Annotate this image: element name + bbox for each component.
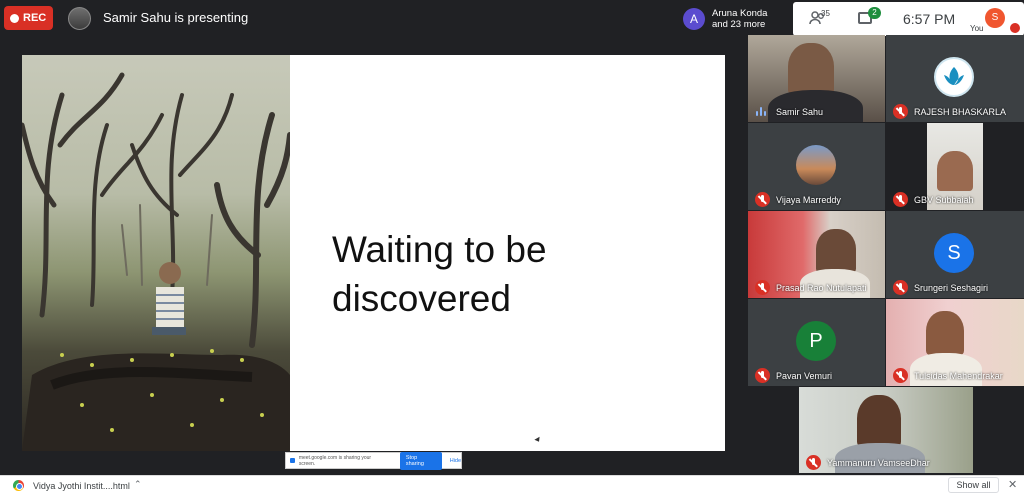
participant-name: Vijaya Marreddy <box>776 195 841 205</box>
clock-time: 6:57 PM <box>903 11 956 27</box>
participant-video <box>788 43 834 95</box>
participant-tile-gbv-subbaiah[interactable]: GBV Subbaiah <box>886 123 1024 210</box>
forest-drawing <box>22 72 290 451</box>
download-file-name[interactable]: Vidya Jyothi Instit....html <box>33 481 130 491</box>
stop-sharing-button[interactable]: Stop sharing <box>399 451 442 470</box>
initial-avatar: P <box>796 321 836 361</box>
close-icon[interactable]: ✕ <box>1008 478 1017 491</box>
show-all-button[interactable]: Show all <box>948 477 999 493</box>
chat-badge: 2 <box>868 7 881 19</box>
participant-name: Srungeri Seshagiri <box>914 283 989 293</box>
mic-off-icon <box>893 104 908 119</box>
mic-off-icon <box>755 192 770 207</box>
initial-avatar: S <box>934 233 974 273</box>
chrome-icon <box>13 480 24 491</box>
participant-tile-vijaya-marreddy[interactable]: Vijaya Marreddy <box>748 123 885 210</box>
mouse-cursor-icon <box>534 436 542 444</box>
participant-name: GBV Subbaiah <box>914 195 974 205</box>
share-screen-icon <box>290 458 295 463</box>
participant-face <box>937 151 973 191</box>
participant-name: Tulsidas Mahendrakar <box>914 371 1003 381</box>
user-avatar[interactable]: S <box>985 8 1005 28</box>
rec-label: REC <box>23 12 47 24</box>
speaking-indicator-icon <box>756 107 768 116</box>
hide-share-notice-button[interactable]: Hide <box>450 458 461 464</box>
presenter-avatar <box>68 7 91 30</box>
participant-face <box>857 395 901 447</box>
people-count: 35 <box>821 9 830 18</box>
profile-photo-avatar <box>796 145 836 185</box>
child-figure <box>152 262 186 335</box>
participant-name: Pavan Vemuri <box>776 371 833 381</box>
participant-tile-samir-sahu[interactable]: Samir Sahu <box>748 35 885 122</box>
mic-off-icon <box>1010 23 1020 33</box>
mic-off-icon <box>893 280 908 295</box>
slide-title: Waiting to be discovered <box>332 229 547 319</box>
participant-face <box>816 229 856 273</box>
participant-tile-tulsidas-mahendrakar[interactable]: Tulsidas Mahendrakar <box>886 299 1024 386</box>
mic-off-icon <box>755 280 770 295</box>
participant-shirt <box>768 90 863 122</box>
screen-share-notice: meet.google.com is sharing your screen. … <box>285 451 462 470</box>
participant-tile-srungeri-seshagiri[interactable]: S Srungeri Seshagiri <box>886 211 1024 298</box>
participant-name: Yammanuru VamseeDhar <box>827 458 930 468</box>
participant-tile-yammanuru-vamseedhar[interactable]: Yammanuru VamseeDhar <box>799 387 973 473</box>
participant-name: RAJESH BHASKARLA <box>914 107 1007 117</box>
chevron-up-icon[interactable]: ⌃ <box>134 479 142 490</box>
participant-summary-text: Aruna Konda and 23 more <box>712 8 767 30</box>
participant-name: Aruna Konda <box>712 8 768 19</box>
participant-name: Samir Sahu <box>776 107 824 117</box>
forest-illustration <box>22 55 290 451</box>
record-dot-icon <box>10 13 19 23</box>
participant-more: and 23 more <box>712 19 766 30</box>
mic-off-icon <box>893 192 908 207</box>
participant-name: Prasad Rao Nutulapati <box>776 283 867 293</box>
participant-tile-rajesh-bhaskarla[interactable]: RAJESH BHASKARLA <box>886 35 1024 122</box>
you-label: You <box>970 24 984 33</box>
participant-avatar: A <box>683 8 705 30</box>
participants-summary[interactable]: A Aruna Konda and 23 more <box>678 4 790 34</box>
participant-shirt <box>910 353 982 386</box>
lotus-logo-icon <box>944 67 964 85</box>
presenting-status: Samir Sahu is presenting <box>103 10 249 25</box>
mic-off-icon <box>893 368 908 383</box>
downloads-bar: Vidya Jyothi Instit....html ⌃ Show all ✕ <box>0 475 1024 493</box>
participant-tile-pavan-vemuri[interactable]: P Pavan Vemuri <box>748 299 885 386</box>
mic-off-icon <box>806 455 821 470</box>
share-message: meet.google.com is sharing your screen. <box>298 454 372 467</box>
participant-tile-prasad-rao-nutulapati[interactable]: Prasad Rao Nutulapati <box>748 211 885 298</box>
presentation-slide: Waiting to be discovered <box>22 55 725 451</box>
logo-avatar <box>934 57 974 97</box>
participant-face <box>926 311 964 355</box>
meet-window: REC Samir Sahu is presenting A Aruna Kon… <box>0 0 1024 493</box>
mic-off-icon <box>755 368 770 383</box>
meeting-controls-panel: 35 2 6:57 PM S You <box>793 2 1024 36</box>
recording-indicator: REC <box>4 6 53 30</box>
